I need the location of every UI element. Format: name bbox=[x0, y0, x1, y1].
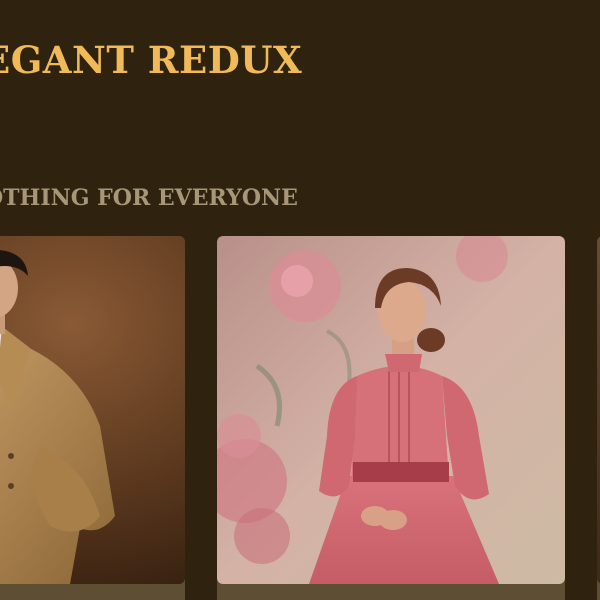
product-carousel bbox=[0, 236, 600, 600]
product-card[interactable] bbox=[0, 236, 185, 600]
section-heading: OTHING FOR EVERYONE bbox=[0, 185, 298, 211]
brand-title[interactable]: EGANT REDUX bbox=[0, 38, 302, 82]
product-card[interactable] bbox=[217, 236, 565, 600]
man-in-trench-coat-photo[interactable] bbox=[0, 236, 185, 584]
woman-in-pink-dress-photo[interactable] bbox=[217, 236, 565, 584]
page: EGANT REDUX OTHING FOR EVERYONE bbox=[0, 0, 600, 600]
